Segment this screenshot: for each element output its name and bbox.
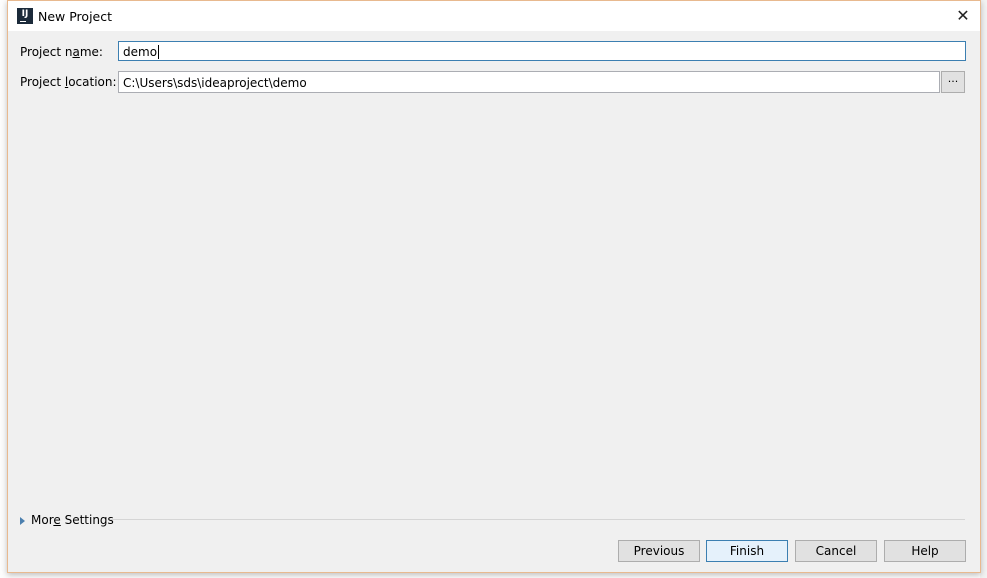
label-mnemonic: a (72, 45, 80, 59)
project-name-label: Project name: (20, 45, 103, 59)
title-bar[interactable]: IJ New Project ✕ (8, 1, 980, 31)
text-cursor (158, 45, 160, 59)
label-text: Project (20, 75, 65, 89)
cancel-button[interactable]: Cancel (795, 540, 877, 562)
more-text: Mor (31, 513, 54, 527)
more-settings-toggle[interactable]: More Settings (20, 513, 114, 527)
label-text: Project n (20, 45, 73, 59)
more-mnemonic: e (53, 513, 61, 527)
browse-button[interactable]: ... (941, 71, 965, 93)
previous-button[interactable]: Previous (618, 540, 700, 562)
project-location-label: Project location: (20, 75, 117, 89)
project-location-input[interactable]: C:\Users\sds\ideaproject\demo (118, 71, 940, 93)
close-icon[interactable]: ✕ (952, 5, 974, 27)
expand-triangle-icon (20, 516, 25, 525)
project-name-value: demo (123, 45, 158, 59)
more-text: Settings (60, 513, 114, 527)
label-text: ocation: (68, 75, 117, 89)
project-name-input[interactable]: demo (118, 41, 966, 61)
dialog-title: New Project (38, 9, 113, 24)
intellij-idea-icon: IJ (17, 8, 33, 24)
new-project-dialog: IJ New Project ✕ Project name: demo Proj… (7, 0, 981, 573)
help-button[interactable]: Help (884, 540, 966, 562)
label-text: me: (79, 45, 103, 59)
background-window-edge (980, 0, 987, 578)
finish-button[interactable]: Finish (706, 540, 788, 562)
separator (110, 519, 965, 520)
